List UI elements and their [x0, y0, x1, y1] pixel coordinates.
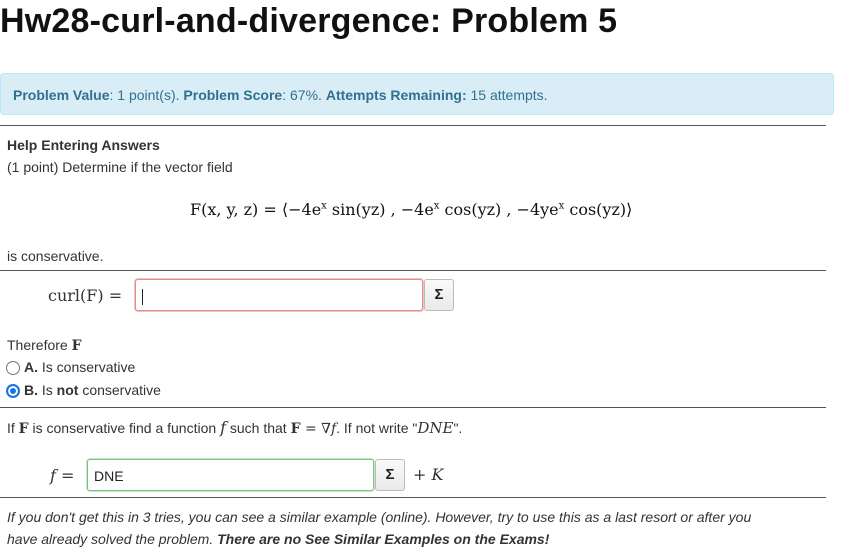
f-answer-input[interactable]: DNE	[87, 459, 374, 491]
divider	[0, 125, 826, 126]
question-find-function: If F is conservative find a function f s…	[7, 418, 463, 437]
problem-value-label: Problem Value	[13, 87, 110, 103]
problem-score-label: Problem Score	[183, 87, 283, 103]
option-a-label[interactable]: A. Is conservative	[24, 359, 135, 375]
f-label: f =	[50, 466, 75, 485]
attempts-remaining-text: 15 attempts.	[466, 87, 548, 103]
option-b-radio[interactable]	[6, 384, 20, 398]
attempts-remaining-label: Attempts Remaining:	[325, 87, 467, 103]
curl-label: curl(F) =	[48, 286, 123, 305]
footer-note-line2: have already solved the problem. There a…	[7, 531, 550, 547]
page-title: Hw28-curl-and-divergence: Problem 5	[0, 2, 618, 40]
therefore-label: Therefore F	[7, 337, 82, 354]
divider	[0, 497, 826, 498]
divider	[0, 407, 826, 408]
option-a-radio[interactable]	[6, 361, 20, 375]
equation-editor-button[interactable]: Σ	[375, 459, 405, 491]
help-entering-answers-link[interactable]: Help Entering Answers	[7, 137, 160, 153]
problem-value-text: : 1 point(s).	[109, 87, 180, 103]
divider	[0, 270, 826, 271]
problem-intro: (1 point) Determine if the vector field	[7, 159, 233, 175]
plus-constant-k: + K	[413, 465, 444, 484]
footer-note-line1: If you don't get this in 3 tries, you ca…	[7, 509, 752, 525]
equation-editor-button[interactable]: Σ	[424, 279, 454, 311]
vector-field-formula: F(x, y, z) = ⟨−4ex sin(yz) , −4ex cos(yz…	[190, 200, 633, 219]
curl-answer-input[interactable]	[135, 279, 423, 311]
problem-info-box: Problem Value: 1 point(s). Problem Score…	[0, 73, 834, 115]
option-b-label[interactable]: B. Is not conservative	[24, 382, 161, 398]
text-cursor	[142, 289, 143, 306]
is-conservative-text: is conservative.	[7, 248, 104, 264]
problem-score-text: : 67%.	[282, 87, 322, 103]
